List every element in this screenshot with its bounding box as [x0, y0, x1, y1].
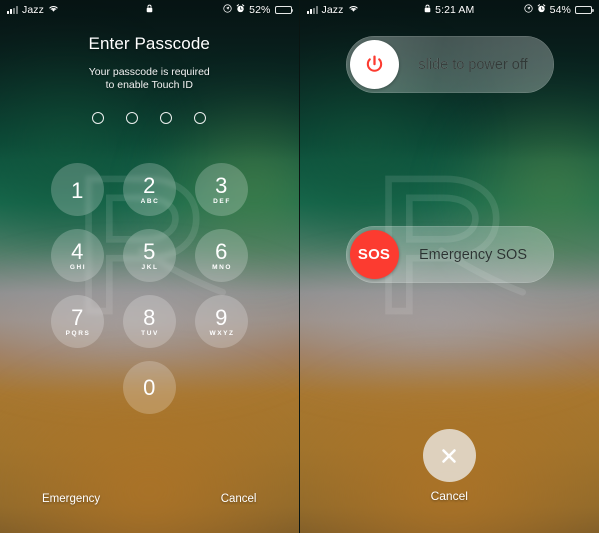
keypad-key-letters: PQRS	[65, 330, 91, 337]
wifi-icon	[348, 4, 359, 16]
slide-to-power-off-label: slide to power off	[393, 57, 554, 73]
sos-knob-label: SOS	[357, 246, 391, 263]
passcode-bottom-actions: Emergency Cancel	[0, 493, 299, 505]
keypad-key-1[interactable]: 1	[50, 163, 104, 216]
keypad-key-9[interactable]: 9 WXYZ	[194, 295, 248, 348]
emergency-sos-slider[interactable]: SOS Emergency SOS	[345, 226, 554, 283]
keypad-key-2[interactable]: 2 ABC	[122, 163, 176, 216]
alarm-clock-icon	[537, 4, 546, 16]
keypad-key-8[interactable]: 8 TUV	[122, 295, 176, 348]
keypad-key-digit: 9	[215, 305, 228, 330]
keypad-key-letters: DEF	[213, 198, 231, 205]
keypad-key-digit: 2	[143, 173, 156, 198]
keypad-key-digit: 7	[71, 305, 84, 330]
cancel-button[interactable]	[422, 429, 476, 482]
passcode-dot	[92, 112, 105, 124]
clock-label: 5:21 AM	[435, 4, 475, 16]
sos-slider-knob[interactable]: SOS	[349, 230, 399, 279]
passcode-dots	[0, 112, 299, 124]
passcode-subtitle-line1: Your passcode is required	[88, 66, 210, 78]
keypad-key-letters: ABC	[140, 198, 160, 205]
keypad-key-0[interactable]: 0	[122, 361, 176, 414]
keypad-key-letters: JKL	[141, 264, 159, 271]
keypad-key-digit: 1	[71, 177, 84, 203]
wifi-icon	[48, 4, 59, 16]
battery-percent-label: 54%	[549, 4, 571, 16]
keypad-row: 1 2 ABC 3 DEF	[30, 163, 269, 216]
status-bar-left-group: Jazz	[306, 4, 359, 16]
passcode-subtitle-line2: to enable Touch ID	[105, 79, 193, 91]
keypad-key-digit: 4	[71, 239, 84, 264]
keypad-key-4[interactable]: 4 GHI	[50, 229, 104, 282]
status-bar-right-group: 54%	[524, 4, 594, 16]
passcode-keypad: 1 2 ABC 3 DEF 4 GHI 5 JKL 6 MNO 7 PQRS 8…	[30, 163, 269, 414]
slide-to-power-off-slider[interactable]: slide to power off	[345, 36, 554, 93]
keypad-key-digit: 8	[143, 305, 156, 330]
carrier-label: Jazz	[22, 4, 44, 16]
passcode-dot	[126, 112, 139, 124]
keypad-key-letters: MNO	[212, 264, 233, 271]
keypad-row: 7 PQRS 8 TUV 9 WXYZ	[30, 295, 269, 348]
status-bar-left: Jazz 52%	[0, 0, 299, 20]
keypad-key-digit: 5	[143, 239, 156, 264]
battery-icon	[575, 5, 594, 15]
keypad-key-5[interactable]: 5 JKL	[122, 229, 176, 282]
keypad-key-digit: 3	[215, 173, 228, 198]
location-arrow-icon	[223, 4, 232, 16]
emergency-button[interactable]: Emergency	[42, 493, 100, 505]
keypad-key-letters: GHI	[69, 264, 87, 271]
keypad-key-digit: 6	[215, 239, 228, 264]
signal-bars-icon	[7, 6, 18, 14]
status-bar-right-screen: Jazz 5:21 AM 54%	[300, 0, 599, 20]
cancel-button[interactable]: Cancel	[221, 493, 257, 505]
keypad-key-6[interactable]: 6 MNO	[194, 229, 248, 282]
lock-icon	[146, 4, 153, 16]
keypad-key-3[interactable]: 3 DEF	[194, 163, 248, 216]
status-bar-right-group: 52%	[223, 4, 293, 16]
power-icon	[366, 55, 382, 72]
location-arrow-icon	[524, 4, 533, 16]
battery-icon	[274, 5, 293, 15]
passcode-screen: Jazz 52% Enter Passcode Your passcode is…	[0, 0, 299, 533]
keypad-row: 4 GHI 5 JKL 6 MNO	[30, 229, 269, 282]
passcode-dot	[194, 112, 207, 124]
lock-icon	[424, 4, 431, 16]
emergency-sos-label: Emergency SOS	[393, 247, 554, 263]
passcode-subtitle: Your passcode is required to enable Touc…	[0, 66, 299, 92]
passcode-dot	[160, 112, 173, 124]
keypad-row: 0	[30, 361, 269, 414]
page-title: Enter Passcode	[88, 34, 210, 53]
keypad-key-digit: 0	[143, 374, 156, 400]
keypad-key-7[interactable]: 7 PQRS	[50, 295, 104, 348]
carrier-label: Jazz	[321, 4, 344, 16]
battery-percent-label: 52%	[249, 4, 271, 16]
keypad-key-letters: WXYZ	[209, 330, 235, 337]
alarm-clock-icon	[236, 4, 245, 16]
signal-bars-icon	[306, 6, 318, 14]
power-slider-knob[interactable]	[349, 40, 399, 89]
keypad-key-letters: TUV	[141, 330, 159, 337]
cancel-label: Cancel	[430, 489, 468, 503]
status-bar-left-group: Jazz	[7, 4, 59, 16]
power-off-screen: Jazz 5:21 AM 54% slide to power off SOS …	[298, 0, 599, 533]
close-x-icon	[442, 448, 457, 463]
dual-screenshot-container: Jazz 52% Enter Passcode Your passcode is…	[0, 0, 599, 533]
power-off-cancel[interactable]: Cancel	[300, 429, 599, 503]
